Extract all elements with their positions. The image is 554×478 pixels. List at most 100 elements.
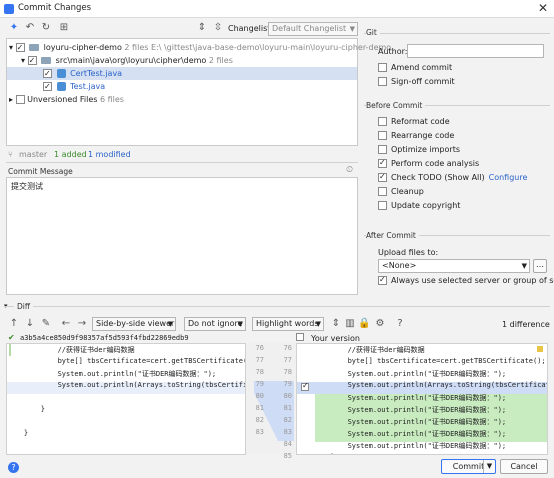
highlight-dropdown[interactable]: Highlight words ▼ — [252, 317, 324, 331]
cancel-button[interactable]: Cancel — [500, 459, 548, 474]
collapse-icon[interactable]: ⇕ — [330, 318, 342, 330]
option-label: Rearrange code — [391, 131, 455, 140]
line-number: 82 — [255, 416, 264, 424]
right-diff-pane[interactable]: ✓ //获得证书der编码数据 byte[] tbsCertificate=ce… — [296, 343, 548, 455]
commit-message-label: Commit Message — [8, 167, 73, 176]
tree-unversioned-row[interactable]: ▸ Unversioned Files 6 files — [9, 93, 124, 106]
help-icon[interactable]: ? — [8, 462, 19, 473]
tree-root-row[interactable]: ▾ loyuru-cipher-demo 2 files E:\ \gittes… — [9, 41, 391, 54]
changelist-dropdown[interactable]: Default Changelist ▼ — [268, 22, 358, 36]
amend-checkbox[interactable] — [378, 63, 387, 72]
expand-all-icon[interactable]: ⇕ — [196, 22, 208, 34]
code-line: System.out.println(Arrays.toString(tbsCe… — [297, 381, 548, 389]
changelist-value: Default Changelist — [272, 24, 347, 33]
arrow-up-icon[interactable]: ↑ — [8, 318, 20, 330]
sparkle-icon[interactable]: ✦ — [8, 22, 20, 34]
code-line: //获得证书der编码数据 — [7, 346, 135, 354]
file-checkbox[interactable] — [43, 80, 52, 93]
code-line: System.out.println("证书DER编码数据："); — [297, 430, 507, 438]
before-commit-option[interactable]: Optimize imports — [378, 144, 460, 156]
before-commit-option[interactable]: Perform code analysis — [378, 157, 479, 170]
refresh-icon[interactable]: ↻ — [40, 22, 52, 34]
author-input[interactable] — [407, 44, 544, 58]
author-label: Author: — [378, 47, 408, 56]
chevron-down-icon[interactable]: ▼ — [483, 460, 495, 473]
history-icon[interactable]: ⏲ — [346, 165, 353, 175]
before-commit-option[interactable]: Reformat code — [378, 116, 450, 128]
configure-link[interactable]: Configure — [489, 173, 528, 182]
edit-icon[interactable]: ✎ — [40, 318, 52, 330]
option-checkbox[interactable] — [378, 201, 387, 210]
option-checkbox[interactable] — [378, 117, 387, 126]
ignore-value: Do not ignore — [188, 319, 243, 328]
close-icon[interactable]: ✕ — [538, 1, 548, 15]
before-commit-option[interactable]: Update copyright — [378, 200, 460, 212]
package-name: src\main\java\org\loyuru\cipher\demo — [55, 56, 207, 65]
amend-commit-option[interactable]: Amend commit — [378, 62, 452, 74]
option-label: Optimize imports — [391, 145, 460, 154]
help-icon[interactable]: ? — [394, 318, 406, 330]
viewer-dropdown[interactable]: Side-by-side viewer ▼ — [92, 317, 176, 331]
code-line: } — [297, 453, 335, 454]
divider — [4, 306, 550, 307]
undo-icon[interactable]: ↶ — [24, 22, 36, 34]
signoff-checkbox[interactable] — [378, 77, 387, 86]
lock-icon[interactable]: 🔒 — [358, 318, 370, 330]
root-path: E:\ \gittest\java-base-demo\loyuru-main\… — [150, 43, 392, 52]
before-commit-option[interactable]: Rearrange code — [378, 130, 454, 142]
option-checkbox[interactable] — [378, 171, 387, 183]
sync-scroll-icon[interactable]: ▥ — [344, 318, 356, 330]
line-number: 78 — [283, 368, 292, 376]
before-commit-option[interactable]: Cleanup — [378, 186, 424, 198]
always-use-label: Always use selected server or group of s… — [391, 276, 554, 285]
option-checkbox[interactable] — [378, 157, 387, 169]
java-file-icon — [56, 69, 66, 78]
file-checkbox[interactable] — [43, 67, 52, 80]
left-diff-pane[interactable]: //获得证书der编码数据 byte[] tbsCertificate=cert… — [6, 343, 246, 455]
arrow-right-icon[interactable]: → — [76, 318, 88, 330]
root-checkbox[interactable] — [15, 41, 25, 54]
code-line: //获得证书der编码数据 — [297, 346, 425, 354]
line-number: 79 — [255, 380, 264, 388]
always-use-option[interactable]: Always use selected server or group of s… — [378, 274, 554, 287]
option-checkbox[interactable] — [378, 145, 387, 154]
package-checkbox[interactable] — [27, 54, 37, 67]
git-header: Git — [366, 28, 380, 37]
changes-tree: ▾ loyuru-cipher-demo 2 files E:\ \gittes… — [6, 38, 391, 146]
group-icon[interactable]: ⊞ — [58, 22, 70, 34]
upload-label: Upload files to: — [378, 248, 439, 257]
line-number: 83 — [255, 428, 264, 436]
chevron-right-icon: ▸ — [9, 95, 14, 104]
code-line: } — [7, 429, 29, 437]
option-checkbox[interactable] — [378, 187, 387, 196]
ignore-dropdown[interactable]: Do not ignore ▼ — [184, 317, 246, 331]
tree-package-row[interactable]: ▾ src\main\java\org\loyuru\cipher\demo 2… — [21, 54, 233, 67]
divider — [6, 162, 358, 163]
unversioned-name: Unversioned Files — [27, 95, 98, 104]
before-commit-option[interactable]: Check TODO (Show All) Configure — [378, 171, 528, 184]
option-label: Check TODO (Show All) — [391, 173, 485, 182]
arrow-left-icon[interactable]: ← — [60, 318, 72, 330]
check-icon: ✔ — [8, 333, 15, 342]
commit-button[interactable]: Commit ▼ — [441, 459, 496, 474]
highlight-value: Highlight words — [256, 319, 319, 328]
browse-button[interactable]: … — [533, 259, 547, 273]
code-line: System.out.println("证书DER编码数据："); — [297, 394, 507, 402]
arrow-down-icon[interactable]: ↓ — [24, 318, 36, 330]
java-file-icon — [56, 82, 66, 91]
collapse-all-icon[interactable]: ⇳ — [212, 22, 224, 34]
always-use-checkbox[interactable] — [378, 274, 387, 286]
after-commit-header: After Commit — [366, 231, 419, 240]
tree-file-row[interactable]: CertTest.java — [7, 67, 357, 80]
tree-file-row[interactable]: Test.java — [43, 80, 105, 93]
commit-message-input[interactable]: 提交测试 — [6, 177, 358, 295]
include-checkbox[interactable] — [296, 333, 304, 341]
chevron-down-icon: ▼ — [315, 320, 321, 328]
file-name: Test.java — [70, 82, 106, 91]
gear-icon[interactable]: ⚙ — [374, 318, 386, 330]
signoff-commit-option[interactable]: Sign-off commit — [378, 76, 455, 88]
commit-message-text: 提交测试 — [11, 182, 43, 191]
upload-dropdown[interactable]: <None> ▼ — [378, 259, 530, 273]
option-checkbox[interactable] — [378, 131, 387, 140]
unversioned-checkbox[interactable] — [15, 95, 25, 104]
